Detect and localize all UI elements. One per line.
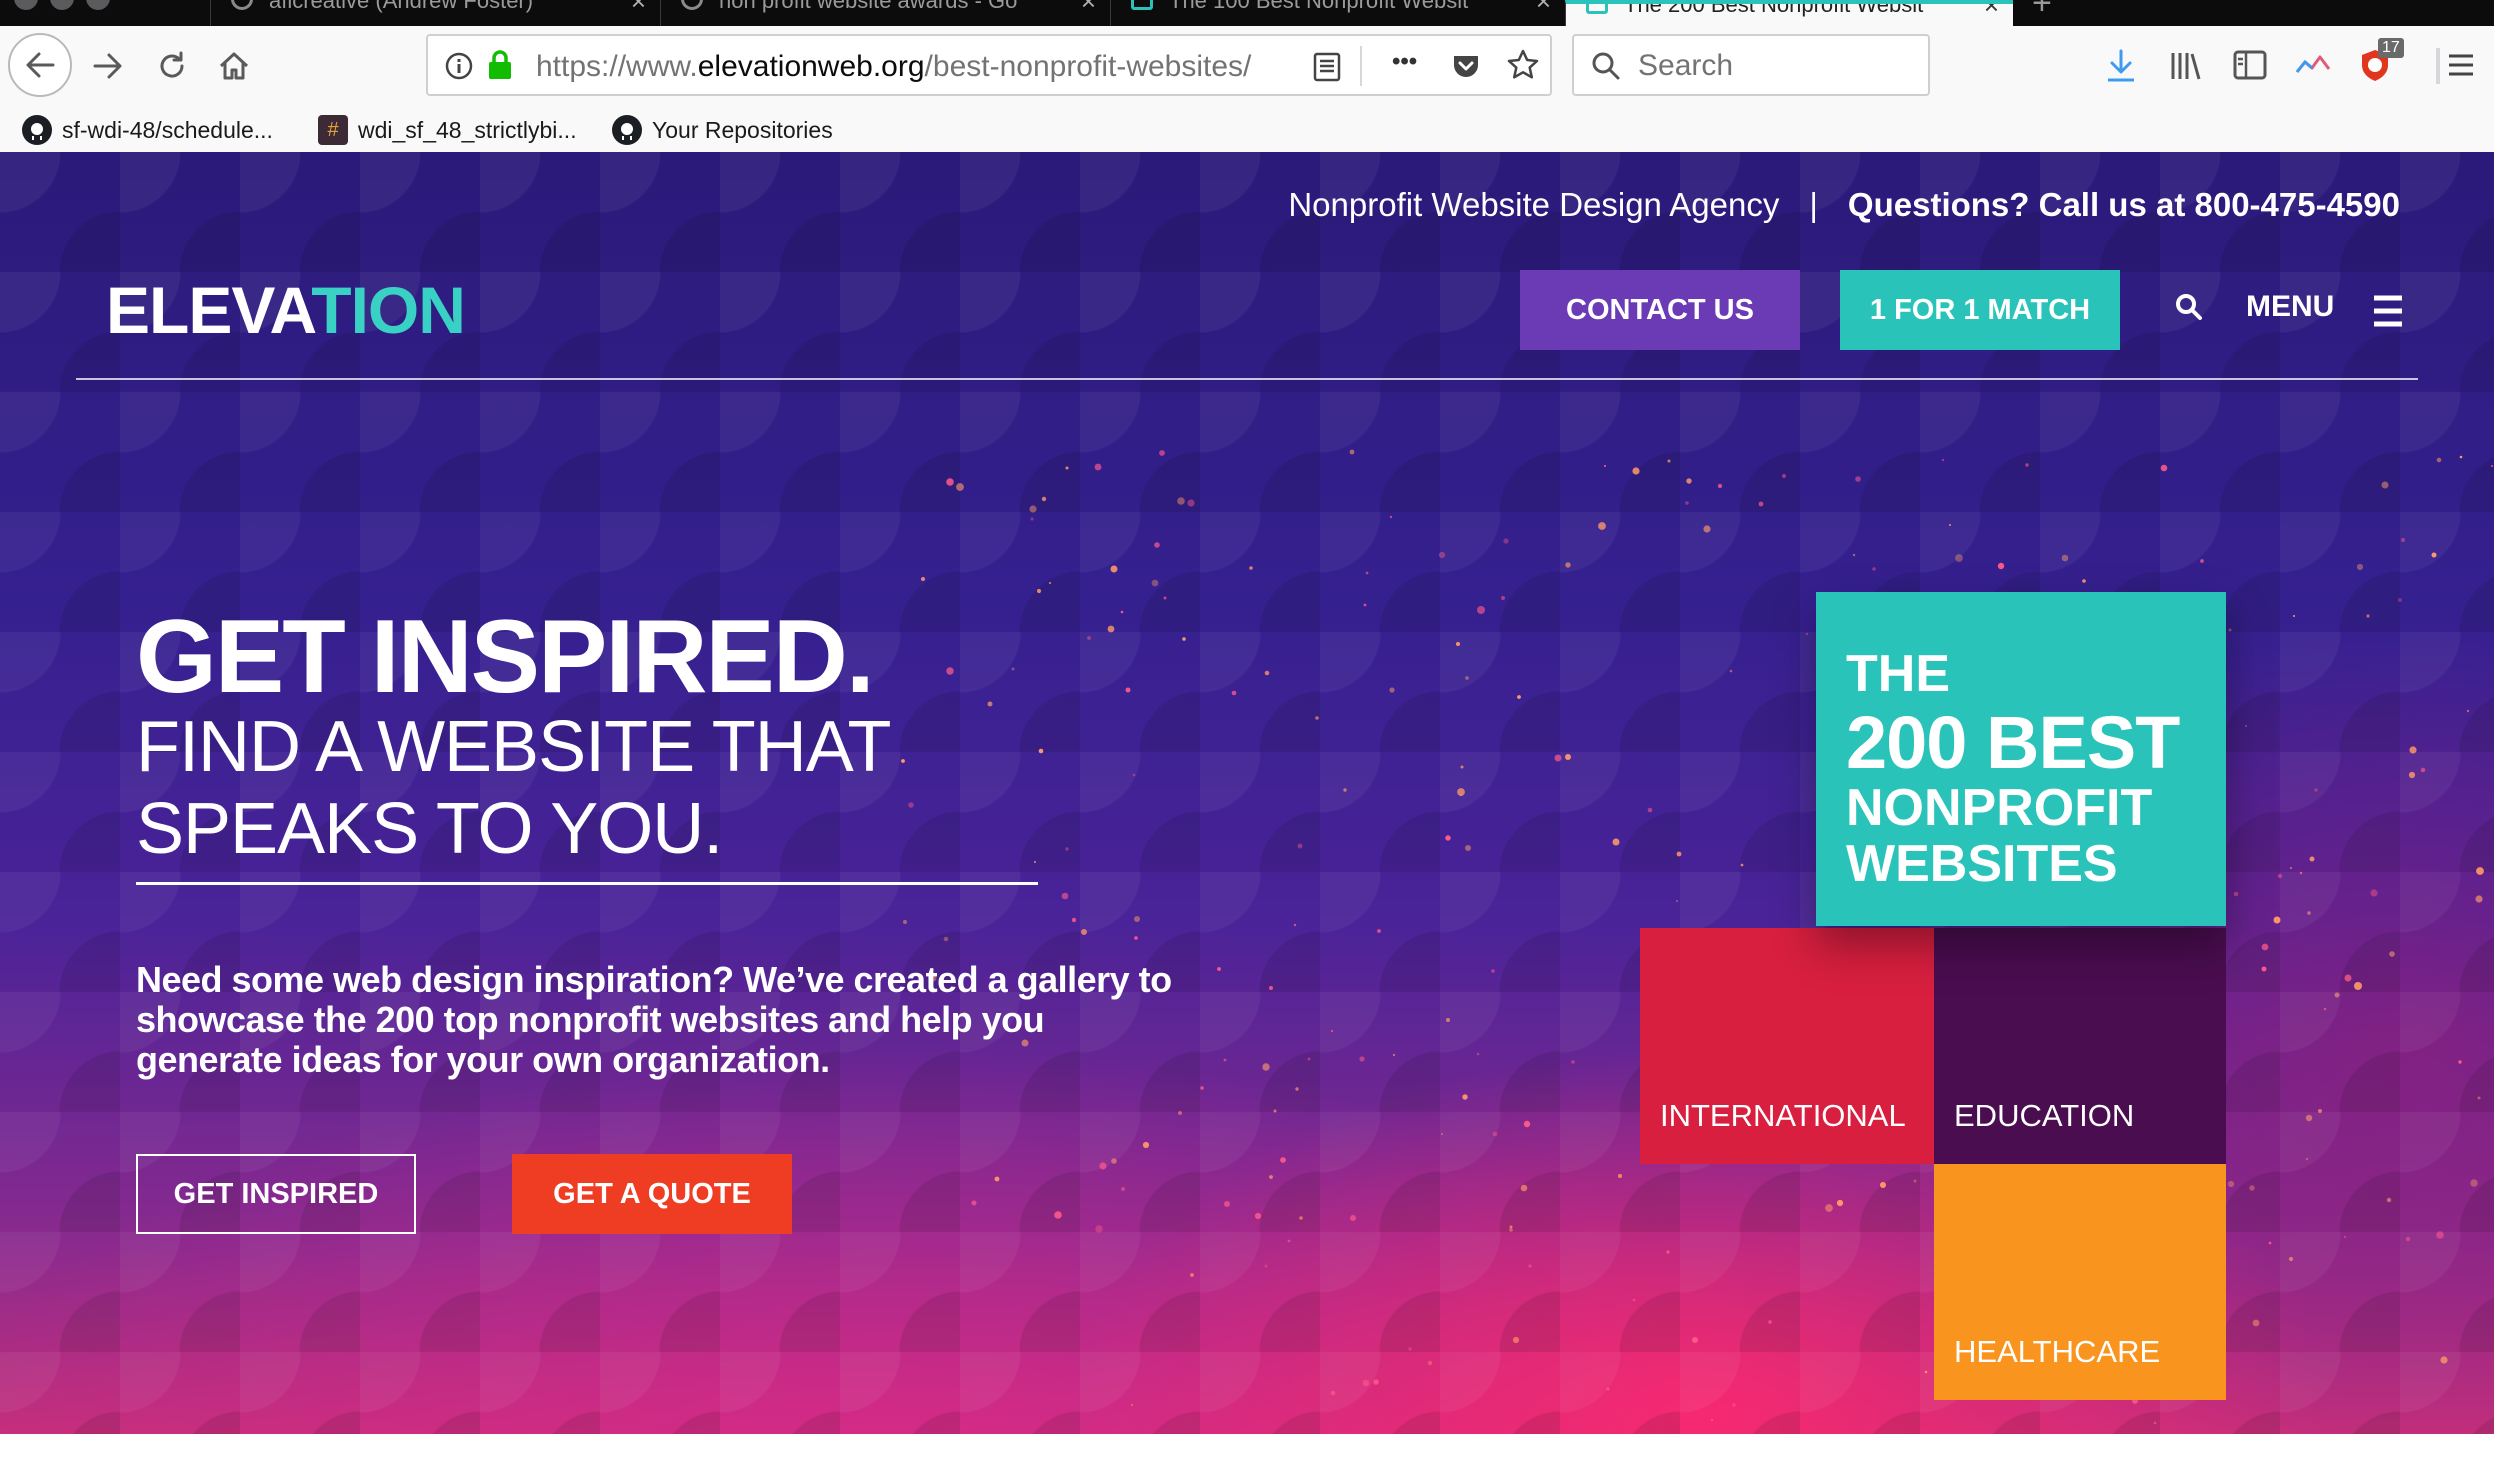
contact-us-button[interactable]: CONTACT US	[1520, 270, 1800, 350]
browser-tab-active[interactable]: The 200 Best Nonprofit Websit ×	[1565, 0, 2013, 26]
category-tile-education[interactable]: EDUCATION	[1934, 928, 2226, 1164]
forward-button[interactable]	[86, 44, 130, 88]
home-icon	[219, 52, 249, 80]
category-tile-healthcare[interactable]: HEALTHCARE	[1934, 1164, 2226, 1400]
url-bar[interactable]: https://www.elevationweb.org/best-nonpro…	[426, 34, 1552, 96]
forward-arrow-icon	[93, 53, 122, 79]
tab-title: non profit website awards - Go	[719, 0, 1018, 13]
reload-icon	[160, 51, 184, 78]
bookmark-label: Your Repositories	[652, 116, 833, 143]
one-for-one-match-button[interactable]: 1 FOR 1 MATCH	[1840, 270, 2120, 350]
site-favicon-icon	[1586, 4, 1608, 14]
sync-activity-icon[interactable]	[2294, 50, 2332, 80]
hamburger-menu-icon[interactable]	[2446, 50, 2476, 80]
site-favicon-icon	[1131, 0, 1153, 10]
promo-line: WEBSITES	[1846, 835, 2118, 893]
url-path: /best-nonprofit-websites/	[924, 50, 1252, 83]
bookmark-star-icon[interactable]	[1506, 48, 1540, 82]
browser-tab[interactable]: non profit website awards - Go ×	[660, 0, 1110, 26]
logo-text-teal: TION	[311, 273, 466, 347]
addon-button[interactable]: 17	[2356, 38, 2404, 84]
browser-toolbar: https://www.elevationweb.org/best-nonpro…	[0, 26, 2494, 108]
hero-subheadline: FIND A WEBSITE THAT SPEAKS TO YOU.	[136, 707, 890, 869]
browser-tab[interactable]: The 100 Best Nonprofit Websit ×	[1110, 0, 1565, 26]
page-actions-menu-icon[interactable]: •••	[1392, 48, 1417, 76]
tab-title: aficreative (Andrew Foster)	[269, 0, 534, 13]
hero-divider	[136, 882, 1038, 885]
tab-title: The 200 Best Nonprofit Websit	[1624, 0, 1924, 17]
bookmark-label: sf-wdi-48/schedule...	[62, 116, 273, 143]
search-icon	[1592, 52, 1620, 80]
tab-close-icon[interactable]: ×	[1081, 0, 1096, 17]
promo-line: 200 BEST	[1846, 701, 2180, 784]
url-domain: elevationweb.org	[697, 50, 925, 83]
browser-tab[interactable]: aficreative (Andrew Foster) ×	[210, 0, 660, 26]
library-icon[interactable]	[2168, 48, 2204, 84]
phone-link[interactable]: Questions? Call us at 800-475-4590	[1848, 186, 2400, 223]
utility-bar: Nonprofit Website Design Agency | Question…	[1288, 186, 2400, 224]
category-tile-international[interactable]: INTERNATIONAL	[1640, 928, 1934, 1164]
menu-label[interactable]: MENU	[2246, 290, 2334, 324]
get-a-quote-button[interactable]: GET A QUOTE	[512, 1154, 792, 1234]
github-icon	[22, 115, 52, 145]
zoom-window-control[interactable]	[86, 0, 110, 10]
url-text[interactable]: https://www.elevationweb.org/best-nonpro…	[536, 50, 1251, 84]
downloads-icon[interactable]	[2104, 48, 2138, 84]
reader-view-icon[interactable]	[1312, 51, 1342, 83]
back-arrow-icon	[26, 52, 55, 78]
bookmarks-toolbar: sf-wdi-48/schedule... # wdi_sf_48_strict…	[0, 108, 2494, 153]
search-field[interactable]: Search	[1572, 34, 1930, 96]
close-window-control[interactable]	[14, 0, 38, 10]
bookmark-item[interactable]: Your Repositories	[612, 112, 833, 148]
toolbar-divider	[2436, 48, 2440, 84]
github-icon	[612, 115, 642, 145]
site-search-icon[interactable]	[2174, 292, 2204, 322]
sidebar-icon[interactable]	[2232, 48, 2268, 82]
elevation-logo[interactable]: ELEVATION	[106, 272, 466, 348]
utility-separator: |	[1809, 186, 1818, 223]
category-label: EDUCATION	[1954, 1098, 2135, 1133]
tab-close-icon[interactable]: ×	[1536, 0, 1551, 17]
promo-line: NONPROFIT	[1846, 779, 2153, 837]
home-button[interactable]	[212, 44, 256, 88]
tab-close-icon[interactable]: ×	[631, 0, 646, 17]
github-icon	[231, 0, 253, 10]
tab-close-icon[interactable]: ×	[1984, 4, 1999, 21]
promo-line: THE	[1846, 645, 1950, 703]
best-websites-promo: THE 200 BEST NONPROFIT WEBSITES	[1816, 592, 2226, 926]
bookmark-label: wdi_sf_48_strictlybi...	[358, 116, 577, 143]
category-label: INTERNATIONAL	[1660, 1098, 1906, 1133]
bookmark-item[interactable]: sf-wdi-48/schedule...	[22, 112, 273, 148]
category-label: HEALTHCARE	[1954, 1334, 2161, 1369]
url-prefix: https://www.	[536, 50, 698, 83]
hero-headline: GET INSPIRED.	[136, 599, 875, 715]
google-icon	[681, 0, 703, 10]
reload-button[interactable]	[150, 44, 194, 88]
info-icon[interactable]	[444, 51, 474, 81]
hero-description: Need some web design inspiration? We’ve …	[136, 959, 1172, 1080]
minimize-window-control[interactable]	[50, 0, 74, 10]
secure-lock-icon[interactable]	[486, 49, 514, 81]
search-placeholder: Search	[1638, 49, 1734, 82]
header-divider	[76, 378, 2418, 380]
agency-tagline: Nonprofit Website Design Agency	[1288, 186, 1780, 223]
addon-badge: 17	[2378, 38, 2404, 58]
page-viewport: Nonprofit Website Design Agency | Question…	[0, 152, 2494, 1434]
bookmark-item[interactable]: # wdi_sf_48_strictlybi...	[318, 112, 577, 148]
browser-tab-strip: aficreative (Andrew Foster) × non profit…	[0, 0, 2494, 26]
logo-text-white: ELEVA	[106, 273, 312, 347]
new-tab-button[interactable]: +	[2032, 0, 2052, 23]
back-button[interactable]	[8, 33, 72, 97]
pocket-icon[interactable]	[1450, 50, 1482, 82]
tab-title: The 100 Best Nonprofit Websit	[1169, 0, 1469, 13]
slack-icon: #	[318, 115, 348, 145]
menu-hamburger-icon[interactable]	[2372, 294, 2404, 328]
get-inspired-button[interactable]: GET INSPIRED	[136, 1154, 416, 1234]
url-bar-divider	[1360, 46, 1362, 86]
